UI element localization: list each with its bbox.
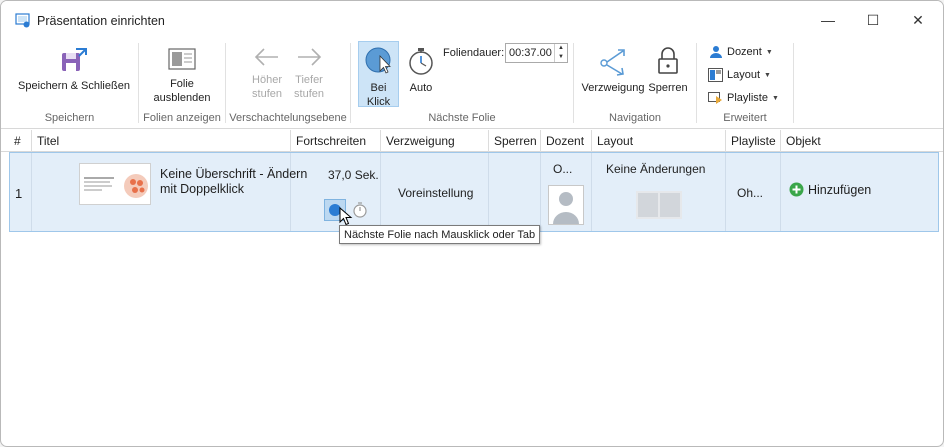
layout-value: Keine Änderungen (606, 162, 706, 176)
ribbon: Speichern & Schließen Speichern Folie au… (1, 39, 943, 129)
layout-icon (708, 68, 723, 82)
slide-title-line2: mit Doppelklick (160, 182, 245, 196)
slide-thumbnail-image (80, 164, 150, 204)
group-navigation: Verzweigung Sperren Navigation (574, 39, 696, 129)
playlist-dropdown[interactable]: Playliste ▼ (708, 91, 779, 105)
cell-number: 1 (10, 153, 32, 231)
layout-preview-icon (636, 191, 682, 219)
playlist-value: Oh... (737, 186, 764, 200)
dialog-window: Präsentation einrichten — ☐ ✕ Speichern … (0, 0, 944, 447)
cell-playlist[interactable]: Oh... (726, 153, 781, 231)
mouse-pointer-icon (339, 207, 353, 226)
promote-button[interactable]: Höher stufen (246, 45, 288, 109)
layout-dropdown[interactable]: Layout ▼ (708, 68, 771, 82)
cell-lock[interactable] (489, 153, 541, 231)
slide-title-line1: Keine Überschrift - Ändern (160, 167, 308, 181)
save-close-button[interactable]: Speichern & Schließen (15, 43, 133, 103)
lock-icon (658, 47, 678, 74)
caret-down-icon: ▼ (764, 71, 771, 79)
cell-title[interactable]: Keine Überschrift - Ändern mit Doppelkli… (32, 153, 307, 231)
add-object-button[interactable]: Hinzufügen (789, 182, 871, 197)
on-click-button[interactable]: Bei Klick (358, 41, 399, 108)
advance-time: 37,0 Sek. (328, 168, 379, 182)
column-header-title[interactable]: Titel (32, 130, 291, 152)
branch-icon (600, 49, 625, 76)
title-bar: Präsentation einrichten — ☐ ✕ (1, 1, 943, 39)
group-naechste-folie: Bei Klick Auto Foliendauer: 00:37.00 ▲ ▼ (351, 39, 573, 129)
group-label-erweitert: Erweitert (723, 112, 767, 124)
cell-branching[interactable]: Voreinstellung (381, 153, 489, 231)
group-label-folien: Folien anzeigen (143, 112, 221, 124)
group-verschachtelung: Höher stufen Tiefer stufen Verschachtelu… (226, 39, 350, 129)
column-header-lock[interactable]: Sperren (489, 130, 541, 152)
mouse-click-icon (365, 47, 391, 74)
group-label-naechste: Nächste Folie (428, 112, 496, 124)
lock-button[interactable]: Sperren (648, 43, 688, 103)
arrow-right-icon (298, 48, 322, 66)
stopwatch-icon[interactable] (351, 201, 369, 219)
grid-header: # Titel Fortschreiten Verzweigung Sperre… (1, 130, 943, 152)
caret-down-icon: ▼ (771, 94, 779, 102)
playlist-icon (708, 92, 722, 104)
slide-duration-input[interactable]: 00:37.00 ▲ ▼ (505, 43, 568, 63)
hide-slide-icon (168, 48, 196, 70)
window-title: Präsentation einrichten (37, 14, 165, 28)
minimize-button[interactable]: — (805, 1, 851, 39)
group-label-navigation: Navigation (609, 112, 661, 124)
group-folien-anzeigen: Folie ausblenden Folien anzeigen (139, 39, 225, 129)
presenter-avatar (548, 185, 584, 225)
auto-button[interactable]: Auto (403, 43, 439, 103)
cell-object[interactable]: Hinzufügen (781, 153, 938, 231)
column-header-layout[interactable]: Layout (592, 130, 726, 152)
branching-button[interactable]: Verzweigung (581, 43, 645, 103)
slide-duration-label: Foliendauer: (443, 47, 505, 59)
column-header-advance[interactable]: Fortschreiten (291, 130, 381, 152)
person-icon (710, 46, 722, 58)
arrow-left-icon (254, 48, 278, 66)
group-erweitert: Dozent ▼ Layout ▼ Playliste ▼ Erweitert (697, 39, 793, 129)
slide-duration-value: 00:37.00 (509, 47, 552, 59)
group-label-speichern: Speichern (44, 112, 95, 124)
save-close-icon (62, 48, 87, 71)
cell-layout[interactable]: Keine Änderungen (592, 153, 726, 231)
presenter-dropdown[interactable]: Dozent ▼ (709, 45, 773, 59)
presenter-name: O... (553, 162, 573, 176)
group-label-verschachtelung: Verschachtelungsebene (229, 112, 347, 124)
slide-thumbnail (79, 163, 151, 205)
app-icon (15, 13, 30, 28)
branching-value: Voreinstellung (398, 186, 474, 200)
tooltip: Nächste Folie nach Mausklick oder Tab (339, 225, 541, 244)
spin-up-icon[interactable]: ▲ (555, 44, 567, 53)
column-header-playlist[interactable]: Playliste (726, 130, 781, 152)
duration-spinner[interactable]: ▲ ▼ (554, 44, 567, 62)
cell-presenter[interactable]: O... (541, 153, 592, 231)
maximize-button[interactable]: ☐ (850, 1, 896, 39)
ribbon-separator (793, 43, 794, 123)
stopwatch-icon (409, 48, 433, 75)
hide-slide-button[interactable]: Folie ausblenden (147, 43, 217, 107)
column-header-object[interactable]: Objekt (781, 130, 941, 152)
spin-down-icon[interactable]: ▼ (555, 53, 567, 62)
cell-advance[interactable]: 37,0 Sek. (291, 153, 381, 231)
column-header-presenter[interactable]: Dozent (541, 130, 592, 152)
demote-button[interactable]: Tiefer stufen (288, 45, 330, 109)
column-header-branching[interactable]: Verzweigung (381, 130, 489, 152)
column-header-number[interactable]: # (9, 130, 32, 152)
group-speichern: Speichern & Schließen Speichern (1, 39, 138, 129)
plus-circle-icon (789, 182, 804, 197)
person-silhouette-icon (553, 192, 579, 224)
caret-down-icon: ▼ (765, 48, 773, 56)
table-row[interactable]: 1 Keine Überschrift - Ändern mit Doppelk… (9, 152, 939, 232)
close-button[interactable]: ✕ (895, 1, 941, 39)
